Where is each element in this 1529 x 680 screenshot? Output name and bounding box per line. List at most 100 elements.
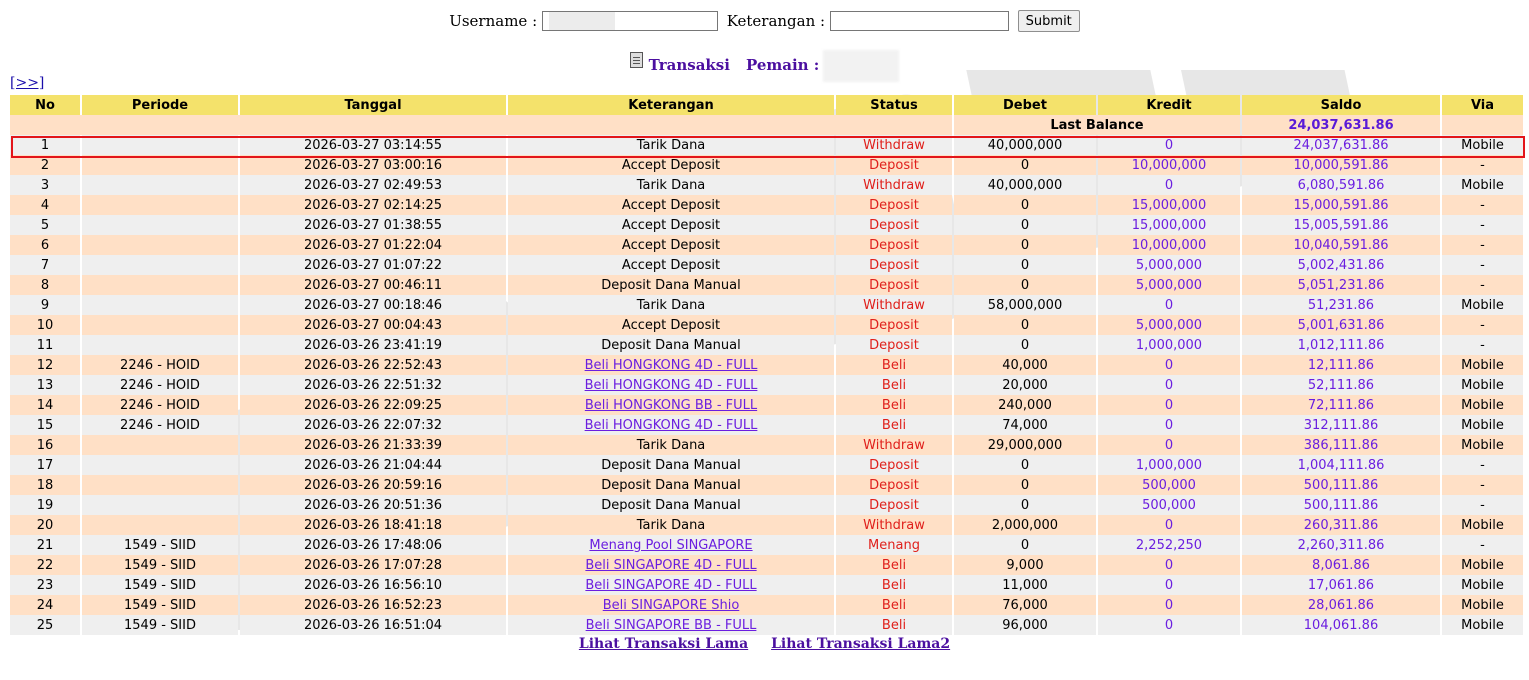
row-keterangan: Beli HONGKONG 4D - FULL <box>508 355 834 375</box>
row-periode <box>82 435 238 455</box>
row-number: 1 <box>10 135 80 155</box>
table-row: 18 2026-03-26 20:59:16 Deposit Dana Manual… <box>10 475 1523 495</box>
username-input[interactable] <box>541 11 718 31</box>
player-name-redacted <box>823 50 900 82</box>
keterangan-link[interactable]: Beli HONGKONG 4D - FULL <box>585 378 758 393</box>
row-number: 15 <box>10 415 80 435</box>
row-via: - <box>1442 495 1523 515</box>
row-tanggal: 2026-03-26 18:41:18 <box>240 515 506 535</box>
row-via: - <box>1442 215 1523 235</box>
row-number: 19 <box>10 495 80 515</box>
row-keterangan: Accept Deposit <box>508 315 834 335</box>
table-row: 17 2026-03-26 21:04:44 Deposit Dana Manual… <box>10 455 1523 475</box>
table-row: 11 2026-03-26 23:41:19 Deposit Dana Manual… <box>10 335 1523 355</box>
row-saldo: 386,111.86 <box>1242 435 1440 455</box>
column-header: Keterangan <box>508 95 834 115</box>
keterangan-link[interactable]: Beli HONGKONG 4D - FULL <box>585 418 758 433</box>
row-debet: 0 <box>954 315 1096 335</box>
row-tanggal: 2026-03-26 22:52:43 <box>240 355 506 375</box>
row-tanggal: 2026-03-26 17:48:06 <box>240 535 506 555</box>
row-number: 12 <box>10 355 80 375</box>
row-periode <box>82 235 238 255</box>
row-debet: 29,000,000 <box>954 435 1096 455</box>
row-number: 3 <box>10 175 80 195</box>
row-debet: 240,000 <box>954 395 1096 415</box>
column-header: Status <box>836 95 952 115</box>
keterangan-link[interactable]: Beli SINGAPORE 4D - FULL <box>585 558 756 573</box>
row-kredit: 10,000,000 <box>1098 155 1240 175</box>
table-row: 21 1549 - SIID 2026-03-26 17:48:06 Menang P… <box>10 535 1523 555</box>
row-saldo: 28,061.86 <box>1242 595 1440 615</box>
row-number: 2 <box>10 155 80 175</box>
row-status: Deposit <box>836 275 952 295</box>
row-kredit: 0 <box>1098 615 1240 635</box>
row-kredit: 15,000,000 <box>1098 215 1240 235</box>
row-tanggal: 2026-03-27 01:07:22 <box>240 255 506 275</box>
row-via: Mobile <box>1442 615 1523 635</box>
row-keterangan: Accept Deposit <box>508 155 834 175</box>
title-pemain: Pemain : <box>745 56 820 74</box>
row-via: Mobile <box>1442 595 1523 615</box>
keterangan-link[interactable]: Beli SINGAPORE BB - FULL <box>586 618 757 633</box>
row-keterangan: Beli SINGAPORE BB - FULL <box>508 615 834 635</box>
row-debet: 0 <box>954 255 1096 275</box>
lihat-transaksi-lama-link[interactable]: Lihat Transaksi Lama <box>579 636 748 652</box>
row-number: 18 <box>10 475 80 495</box>
row-status: Deposit <box>836 335 952 355</box>
row-keterangan: Tarik Dana <box>508 135 834 155</box>
row-via: - <box>1442 275 1523 295</box>
keterangan-link[interactable]: Beli HONGKONG BB - FULL <box>585 398 757 413</box>
table-row: 16 2026-03-26 21:33:39 Tarik Dana Withdraw 2… <box>10 435 1523 455</box>
table-row: 9 2026-03-27 00:18:46 Tarik Dana Withdraw 58… <box>10 295 1523 315</box>
keterangan-link[interactable]: Menang Pool SINGAPORE <box>589 538 752 553</box>
submit-button[interactable]: Submit <box>1017 10 1080 32</box>
table-row: 1 2026-03-27 03:14:55 Tarik Dana Withdraw 40… <box>10 135 1523 155</box>
row-keterangan: Beli HONGKONG 4D - FULL <box>508 415 834 435</box>
row-via: Mobile <box>1442 295 1523 315</box>
row-number: 24 <box>10 595 80 615</box>
row-kredit: 0 <box>1098 135 1240 155</box>
row-keterangan: Beli SINGAPORE 4D - FULL <box>508 575 834 595</box>
row-periode <box>82 295 238 315</box>
row-debet: 0 <box>954 495 1096 515</box>
keterangan-input[interactable] <box>829 11 1009 31</box>
keterangan-link[interactable]: Beli SINGAPORE Shio <box>603 598 740 613</box>
row-status: Beli <box>836 415 952 435</box>
row-saldo: 312,111.86 <box>1242 415 1440 435</box>
row-keterangan: Tarik Dana <box>508 295 834 315</box>
row-debet: 40,000,000 <box>954 135 1096 155</box>
row-tanggal: 2026-03-26 23:41:19 <box>240 335 506 355</box>
row-tanggal: 2026-03-27 01:22:04 <box>240 235 506 255</box>
row-saldo: 15,000,591.86 <box>1242 195 1440 215</box>
row-debet: 96,000 <box>954 615 1096 635</box>
row-periode <box>82 315 238 335</box>
table-row: 23 1549 - SIID 2026-03-26 16:56:10 Beli SIN… <box>10 575 1523 595</box>
row-kredit: 5,000,000 <box>1098 315 1240 335</box>
row-status: Deposit <box>836 235 952 255</box>
row-kredit: 0 <box>1098 555 1240 575</box>
row-periode <box>82 175 238 195</box>
row-number: 10 <box>10 315 80 335</box>
row-periode <box>82 275 238 295</box>
row-kredit: 0 <box>1098 395 1240 415</box>
row-via: Mobile <box>1442 355 1523 375</box>
row-via: - <box>1442 235 1523 255</box>
keterangan-link[interactable]: Beli HONGKONG 4D - FULL <box>585 358 758 373</box>
table-row: 15 2246 - HOID 2026-03-26 22:07:32 Beli HON… <box>10 415 1523 435</box>
keterangan-link[interactable]: Beli SINGAPORE 4D - FULL <box>585 578 756 593</box>
column-header: Saldo <box>1242 95 1440 115</box>
next-page-link[interactable]: [>>] <box>10 75 44 91</box>
row-periode <box>82 455 238 475</box>
row-saldo: 10,000,591.86 <box>1242 155 1440 175</box>
row-saldo: 8,061.86 <box>1242 555 1440 575</box>
row-tanggal: 2026-03-27 00:04:43 <box>240 315 506 335</box>
table-row: 8 2026-03-27 00:46:11 Deposit Dana Manual D… <box>10 275 1523 295</box>
row-saldo: 500,111.86 <box>1242 475 1440 495</box>
table-row: 12 2246 - HOID 2026-03-26 22:52:43 Beli HON… <box>10 355 1523 375</box>
table-row: 7 2026-03-27 01:07:22 Accept Deposit Deposi… <box>10 255 1523 275</box>
last-balance-label: Last Balance <box>954 115 1240 135</box>
lihat-transaksi-lama2-link[interactable]: Lihat Transaksi Lama2 <box>771 636 950 652</box>
row-kredit: 500,000 <box>1098 475 1240 495</box>
row-keterangan: Tarik Dana <box>508 515 834 535</box>
row-status: Deposit <box>836 495 952 515</box>
